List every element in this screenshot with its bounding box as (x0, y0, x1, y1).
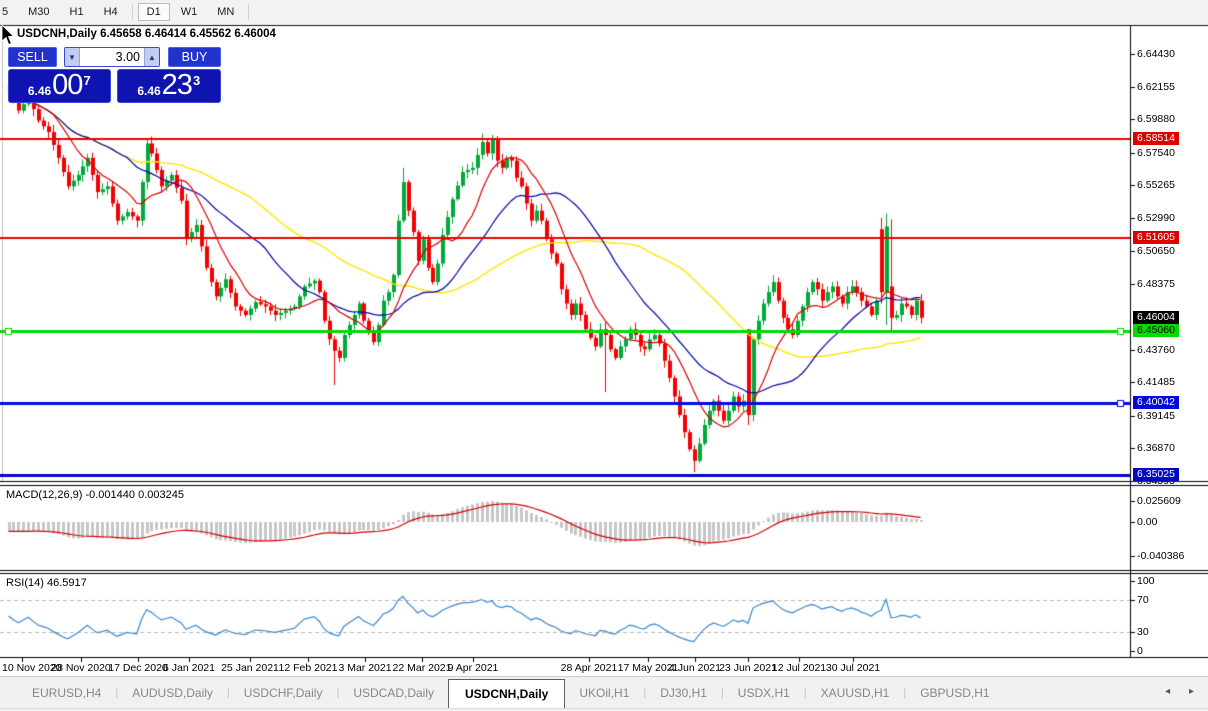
toolbar-separator (132, 4, 133, 20)
buy-button[interactable]: BUY (168, 47, 221, 67)
current-price-label: 6.46004 (1133, 311, 1179, 324)
price-level-label: 6.45060 (1133, 324, 1179, 337)
volume-spinner: ▼ 3.00 ▲ (64, 47, 160, 67)
price-axis-label: 6.36870 (1137, 442, 1175, 454)
timeframe-button-h4[interactable]: H4 (95, 3, 127, 21)
macd-axis-label: 0.025609 (1137, 495, 1181, 507)
sell-price-quote[interactable]: 6.46 00 7 (8, 69, 111, 103)
macd-axis-label: -0.040386 (1137, 550, 1184, 562)
date-axis-label: 22 Mar 2021 (393, 662, 452, 674)
date-axis-label: 12 Feb 2021 (279, 662, 338, 674)
sell-button[interactable]: SELL (8, 47, 57, 67)
price-axis-label: 6.43760 (1137, 344, 1175, 356)
date-axis-label: 25 Jan 2021 (221, 662, 279, 674)
mt4-window: 5M30H1H4 D1W1MN USDCNH,Daily 6.45658 6.46… (0, 0, 1208, 711)
volume-decrease-button[interactable]: ▼ (65, 48, 79, 66)
timeframe-button-5[interactable]: 5 (0, 3, 17, 21)
chart-title: USDCNH,Daily 6.45658 6.46414 6.45562 6.4… (17, 28, 276, 40)
date-axis-label: 28 Apr 2021 (561, 662, 618, 674)
price-level-label: 6.40042 (1133, 396, 1179, 409)
rsi-axis-label: 30 (1137, 626, 1149, 638)
buy-price-quote[interactable]: 6.46 23 3 (117, 69, 222, 103)
rsi-axis-label: 0 (1137, 645, 1143, 657)
date-axis-label: 23 Jun 2021 (719, 662, 777, 674)
price-axis-label: 6.55265 (1137, 179, 1175, 191)
buy-price-prefix: 6.46 (137, 84, 160, 98)
rsi-axis-label: 100 (1137, 575, 1155, 587)
trade-panel-price-row: 6.46 00 7 6.46 23 3 (8, 69, 221, 103)
price-axis-label: 6.59880 (1137, 113, 1175, 125)
sell-price-sup: 7 (83, 73, 90, 88)
price-axis-label: 6.50650 (1137, 245, 1175, 257)
tab-gbpusd-h1[interactable]: GBPUSD,H1 (906, 677, 1003, 708)
tab-usdcnh-daily[interactable]: USDCNH,Daily (448, 679, 565, 708)
date-axis-label: 3 Mar 2021 (338, 662, 391, 674)
timeframe-button-h1[interactable]: H1 (61, 3, 93, 21)
timeframe-toolbar: 5M30H1H4 D1W1MN (0, 0, 1208, 25)
tab-dj30-h1[interactable]: DJ30,H1 (646, 677, 721, 708)
timeframe-button-m30[interactable]: M30 (19, 3, 58, 21)
tab-xauusd-h1[interactable]: XAUUSD,H1 (807, 677, 904, 708)
macd-axis-label: 0.00 (1137, 516, 1157, 528)
price-axis-label: 6.57540 (1137, 147, 1175, 159)
sell-price-big: 00 (52, 71, 82, 100)
trade-panel-top-row: SELL ▼ 3.00 ▲ BUY (8, 47, 221, 67)
tab-usdx-h1[interactable]: USDX,H1 (724, 677, 804, 708)
date-axis-label: 30 Jul 2021 (826, 662, 880, 674)
tab-usdcad-daily[interactable]: USDCAD,Daily (339, 677, 448, 708)
timeframe-button-w1[interactable]: W1 (172, 3, 207, 21)
rsi-indicator-label: RSI(14) 46.5917 (6, 577, 87, 589)
tab-ukoil-h1[interactable]: UKOil,H1 (565, 677, 643, 708)
price-level-label: 6.58514 (1133, 132, 1179, 145)
date-axis-label: 4 Jun 2021 (669, 662, 721, 674)
tab-usdchf-daily[interactable]: USDCHF,Daily (230, 677, 337, 708)
price-axis-label: 6.62155 (1137, 81, 1175, 93)
date-axis-label: 28 Nov 2020 (51, 662, 111, 674)
date-axis-label: 9 Apr 2021 (448, 662, 499, 674)
price-axis-label: 6.41485 (1137, 376, 1175, 388)
tab-audusd-daily[interactable]: AUDUSD,Daily (118, 677, 227, 708)
one-click-trade-panel: SELL ▼ 3.00 ▲ BUY 6.46 00 7 6.46 23 3 (8, 47, 221, 103)
price-axis-label: 6.39145 (1137, 410, 1175, 422)
toolbar-separator (248, 4, 249, 20)
buy-price-sup: 3 (193, 73, 200, 88)
price-level-label: 6.51605 (1133, 231, 1179, 244)
tab-scroll-arrows[interactable]: ◂ ▸ (1165, 686, 1202, 697)
timeframe-button-mn[interactable]: MN (208, 3, 243, 21)
rsi-axis-label: 70 (1137, 594, 1149, 606)
sell-price-prefix: 6.46 (28, 84, 51, 98)
date-axis-label: 12 Jul 2021 (772, 662, 826, 674)
price-axis-label: 6.52990 (1137, 212, 1175, 224)
date-axis-label: 6 Jan 2021 (163, 662, 215, 674)
chart-tab-bar: EURUSD,H4|AUDUSD,Daily|USDCHF,Daily|USDC… (0, 676, 1208, 708)
price-axis-label: 6.48375 (1137, 278, 1175, 290)
volume-input[interactable]: 3.00 (79, 48, 145, 66)
date-axis-label: 17 Dec 2020 (108, 662, 168, 674)
price-level-label: 6.35025 (1133, 468, 1179, 481)
volume-increase-button[interactable]: ▲ (145, 48, 159, 66)
mouse-cursor-icon (1, 25, 15, 46)
price-axis-label: 6.64430 (1137, 48, 1175, 60)
tab-eurusd-h4[interactable]: EURUSD,H4 (18, 677, 115, 708)
buy-price-big: 23 (162, 71, 192, 100)
chart-canvas[interactable] (0, 0, 1208, 711)
macd-indicator-label: MACD(12,26,9) -0.001440 0.003245 (6, 489, 184, 501)
timeframe-button-d1[interactable]: D1 (138, 3, 170, 21)
